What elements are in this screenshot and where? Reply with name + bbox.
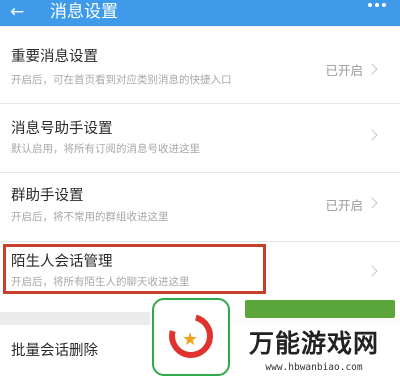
setting-row-group-assistant[interactable]: 群助手设置 开启后，将不常用的群组收进这里 已开启 [0,173,400,241]
more-button[interactable] [366,0,388,10]
chevron-right-icon [366,129,378,141]
more-dots-icon [368,3,372,7]
page-title: 消息设置 [50,2,118,22]
setting-status: 已开启 [325,198,363,213]
setting-description: 开启后，将不常用的群组收进这里 [11,211,169,223]
chevron-right-icon [366,265,378,277]
setting-description: 默认启用，将所有订阅的消息号收进这里 [11,143,200,155]
setting-title: 批量会话删除 [11,343,98,359]
chevron-right-icon [366,197,378,209]
chevron-right-icon [366,63,378,75]
watermark-url: www.hbwanbiao.com [265,362,363,373]
arrow-left-icon: ← [10,2,25,22]
setting-status: 已开启 [325,63,363,78]
watermark-banner [245,300,395,318]
back-button[interactable]: ← [10,0,32,26]
watermark-name: 万能游戏网 [248,329,379,358]
star-icon: ★ [182,329,199,350]
app-bar: ← 消息设置 [0,0,400,26]
setting-title: 消息号助手设置 [11,121,113,137]
setting-title: 群助手设置 [11,188,84,204]
setting-title: 重要消息设置 [11,49,98,65]
setting-description: 开启后，可在首页看到对应类别消息的快捷入口 [11,74,232,86]
setting-row-important-messages[interactable]: 重要消息设置 开启后，可在首页看到对应类别消息的快捷入口 已开启 [0,27,400,103]
watermark-logo: ★ [152,298,230,376]
highlight-box [3,244,266,294]
setting-row-subscription-assistant[interactable]: 消息号助手设置 默认启用，将所有订阅的消息号收进这里 [0,104,400,172]
